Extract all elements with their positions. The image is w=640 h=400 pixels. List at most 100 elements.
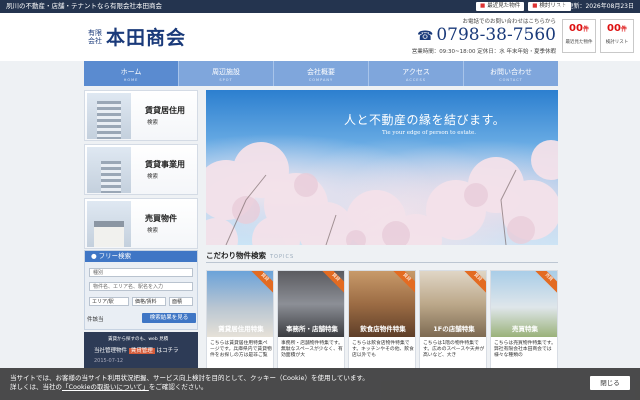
nav-company[interactable]: 会社概要 COMPANY xyxy=(274,61,369,86)
banner-line1: 賃貸から探すのも、web 見積 xyxy=(108,337,169,342)
main-nav: ホーム HOME 周辺施設 SPOT 会社概要 COMPANY アクセス ACCESS … xyxy=(84,61,558,86)
favorite-count-num: 00 xyxy=(607,23,621,34)
cookie-policy-link[interactable]: 「Cookieの取扱いについて」 xyxy=(62,383,149,391)
hero-subtitle: Tie your edge of person to estate. xyxy=(382,130,477,136)
nav-access-label: アクセス xyxy=(402,68,430,76)
banner-date: 2015-07-12 xyxy=(94,358,124,364)
search-submit-button[interactable]: 検索結果を見る xyxy=(142,313,196,323)
nav-contact-en: CONTACT xyxy=(499,78,523,82)
cookie-notice: 当サイトでは、お客様の当サイト利用状況把握、サービス向上検討を目的として、クッキ… xyxy=(0,368,640,400)
nav-spot-label: 周辺施設 xyxy=(212,68,240,76)
hero-title: 人と不動産の縁を結びます。 xyxy=(344,113,506,127)
rental-business-link[interactable]: 賃貸事業用 検索 xyxy=(84,144,198,195)
free-search-title: フリー検索 xyxy=(98,252,132,260)
management-banner[interactable]: 賃貸から探すのも、web 見積 当社管理物件 賃貸管理 はコチラ 2015-07… xyxy=(84,332,198,368)
section-title: こだわり物件検索 xyxy=(206,251,266,260)
card-desc: こちらは賃貸居住用特集ページです。兵庫県内で賃貸物件をお探しの方は是非ご覧 xyxy=(210,341,272,358)
building-image xyxy=(87,93,131,139)
nav-spot[interactable]: 周辺施設 SPOT xyxy=(179,61,274,86)
nav-home[interactable]: ホーム HOME xyxy=(84,61,179,86)
recent-viewed-button[interactable]: ■ 最近見た物件 xyxy=(476,2,525,11)
result-count: 件該当 xyxy=(87,317,104,323)
type-select[interactable]: 種別 xyxy=(89,268,193,277)
card-desc: こちらは飲食店物件特集です。キッチンやその他、飲食店以外でも xyxy=(352,341,414,358)
nav-spot-en: SPOT xyxy=(219,78,233,82)
logo-prefix-1: 有限 xyxy=(88,28,102,37)
favorite-counter[interactable]: 00件 検討リスト xyxy=(600,19,634,53)
free-search-header: ● フリー検索 xyxy=(85,251,197,262)
banner-highlight: 賃貸管理 xyxy=(128,348,155,354)
section-sub: TOPICS xyxy=(270,254,295,260)
favorite-counter-label: 検討リスト xyxy=(605,40,629,45)
counters: 00件 最近見た物件 00件 検討リスト xyxy=(562,19,634,53)
search-icon: ● xyxy=(91,252,97,260)
nav-access[interactable]: アクセス ACCESS xyxy=(369,61,464,86)
house-image xyxy=(87,201,131,247)
recent-counter-label: 最近見た物件 xyxy=(565,40,593,45)
contact-block: お電話でのお問い合わせはこちらから ☎ 0798-38-7560 営業時間：09:… xyxy=(386,17,556,55)
recent-count-unit: 件 xyxy=(582,26,589,33)
list-icon: ■ xyxy=(532,3,538,9)
sidebar: 賃貸居住用 検索 賃貸事業用 検索 売買物件 検索 xyxy=(84,90,198,252)
sidecard-sub: 検索 xyxy=(147,228,159,234)
rental-residential-link[interactable]: 賃貸居住用 検索 xyxy=(84,90,198,141)
nav-contact[interactable]: お問い合わせ CONTACT xyxy=(464,61,558,86)
site-tagline: 夙川の不動産・店舗・テナントなら有限会社本田商会 xyxy=(6,2,162,10)
free-search-panel: ● フリー検索 種別 物件名、エリア名、駅名を入力 エリア/駅 価格/賃料 面積 … xyxy=(84,250,198,330)
featured-search-heading: こだわり物件検索 TOPICS xyxy=(206,250,558,263)
keyword-input[interactable]: 物件名、エリア名、駅名を入力 xyxy=(89,282,193,291)
feature-cards: 賃貸 賃貸居住用特集 こちらは賃貸居住用特集ページです。兵庫県内で賃貸物件をお探… xyxy=(206,270,558,370)
feature-card-first-floor[interactable]: 賃貸 1Fの店舗特集 こちらは1階の物件特集です。広めのスペースや天井が高いなど… xyxy=(419,270,487,370)
nav-company-label: 会社概要 xyxy=(307,68,335,76)
cookie-line2-suffix: をご確認ください。 xyxy=(148,383,208,391)
banner-line2: 当社管理物件 賃貸管理 はコチラ xyxy=(94,346,179,354)
business-hours: 営業時間：09:30~18:00 定休日：水 年末年始・夏季休暇 xyxy=(411,49,556,55)
card-title: 事務所・店舗特集 xyxy=(286,325,338,333)
feature-card-office-store[interactable]: 賃貸 事務所・店舗特集 事務所・店舗物件特集です。無駄なスペースが少なく、有効面… xyxy=(277,270,345,370)
cookie-message: 当サイトでは、お客様の当サイト利用状況把握、サービス向上検討を目的として、クッキ… xyxy=(10,374,369,392)
feature-card-sale[interactable]: 売買 売買特集 こちらは売買物件特集です。弊社有限会社本田商会では様々な種類の xyxy=(490,270,558,370)
price-select[interactable]: 価格/賃料 xyxy=(132,297,166,306)
header: 有限 会社 本田商会 お電話でのお問い合わせはこちらから ☎ 0798-38-756… xyxy=(0,13,640,61)
building-shape xyxy=(101,161,121,193)
nav-company-en: COMPANY xyxy=(308,78,334,82)
house-shape xyxy=(94,221,124,247)
nav-access-en: ACCESS xyxy=(406,78,426,82)
cookie-line1: 当サイトでは、お客様の当サイト利用状況把握、サービス向上検討を目的として、クッキ… xyxy=(10,374,369,382)
card-title: 1Fの店舗特集 xyxy=(433,325,475,333)
recent-counter[interactable]: 00件 最近見た物件 xyxy=(562,19,596,53)
nav-contact-label: お問い合わせ xyxy=(490,68,532,76)
feature-card-restaurant[interactable]: 賃貸 飲食店物件特集 こちらは飲食店物件特集です。キッチンやその他、飲食店以外で… xyxy=(348,270,416,370)
bookmark-icon: ■ xyxy=(480,3,486,9)
cookie-line2: 詳しくは、当社の「Cookieの取扱いについて」をご確認ください。 xyxy=(10,383,369,392)
size-select[interactable]: 面積 xyxy=(169,297,193,306)
cookie-close-button[interactable]: 閉じる xyxy=(590,376,630,390)
nav-home-label: ホーム xyxy=(120,68,142,76)
sidecard-title: 賃貸事業用 xyxy=(145,160,185,169)
phone-number[interactable]: ☎ 0798-38-7560 xyxy=(386,25,556,47)
cookie-line2-prefix: 詳しくは、当社の xyxy=(10,383,62,391)
phone-text: 0798-38-7560 xyxy=(436,25,556,45)
favorite-count: 00件 xyxy=(601,20,633,39)
card-desc: こちらは売買物件特集です。弊社有限会社本田商会では様々な種類の xyxy=(494,341,556,358)
banner-prefix: 当社管理物件 xyxy=(94,348,128,354)
logo-prefix: 有限 会社 xyxy=(84,29,106,45)
card-desc: 事務所・店舗物件特集です。無駄なスペースが少なく、有効面積が大 xyxy=(281,341,343,358)
area-select[interactable]: エリア/駅 xyxy=(89,297,129,306)
recent-count-num: 00 xyxy=(569,23,583,34)
company-logo[interactable]: 有限 会社 本田商会 xyxy=(84,23,186,50)
feature-card-rental-residential[interactable]: 賃貸 賃貸居住用特集 こちらは賃貸居住用特集ページです。兵庫県内で賃貸物件をお探… xyxy=(206,270,274,370)
card-title: 飲食店物件特集 xyxy=(360,325,406,333)
card-title: 賃貸居住用特集 xyxy=(218,325,264,333)
top-bar: 夙川の不動産・店舗・テナントなら有限会社本田商会 ■ 最近見た物件 ■ 検討リスト … xyxy=(0,0,640,13)
building-image xyxy=(87,147,131,193)
phone-icon: ☎ xyxy=(417,29,434,44)
sidecard-title: 賃貸居住用 xyxy=(145,106,185,115)
logo-prefix-2: 会社 xyxy=(88,36,102,45)
sidecard-title: 売買物件 xyxy=(145,214,177,223)
recent-count: 00件 xyxy=(563,20,595,39)
contact-note: お電話でのお問い合わせはこちらから xyxy=(462,19,556,25)
sale-property-link[interactable]: 売買物件 検索 xyxy=(84,198,198,249)
card-desc: こちらは1階の物件特集です。広めのスペースや天井が高いなど、大き xyxy=(423,341,485,358)
last-updated: 最終更新：2026年08月23日 xyxy=(555,3,634,10)
